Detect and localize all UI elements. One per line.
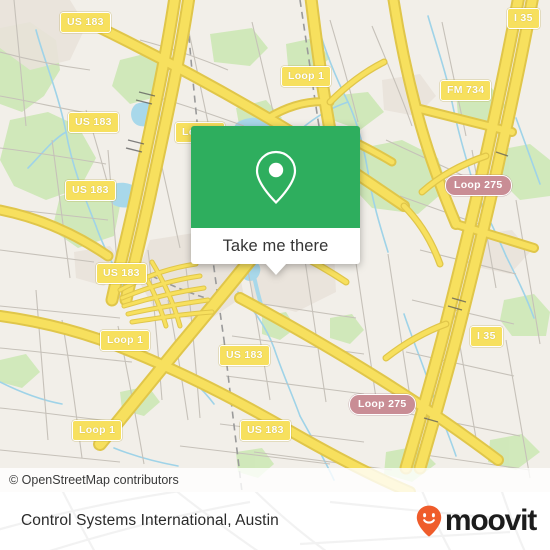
road-shield: Loop 1	[100, 330, 151, 351]
callout-tail	[264, 263, 287, 275]
road-shield: US 183	[65, 180, 116, 201]
footer-bar: Control Systems International, Austin mo…	[0, 492, 550, 550]
road-shield: Loop 275	[349, 394, 416, 415]
take-me-there-label: Take me there	[222, 236, 329, 255]
map-attribution[interactable]: © OpenStreetMap contributors	[0, 468, 550, 492]
callout-header	[191, 126, 360, 228]
callout-action-bar[interactable]: Take me there	[191, 228, 360, 275]
attribution-text: © OpenStreetMap contributors	[9, 473, 179, 487]
road-shield: US 183	[68, 112, 119, 133]
road-shield: Loop 1	[72, 420, 123, 441]
road-shield: US 183	[219, 345, 270, 366]
road-shield: Loop 275	[445, 175, 512, 196]
road-shield: US 183	[240, 420, 291, 441]
moovit-map-screen: US 183 US 183 US 183 US 183 US 183 US 183 Loop…	[0, 0, 550, 550]
road-shield: FM 734	[440, 80, 492, 101]
road-shield: I 35	[470, 326, 503, 347]
footer-content: Control Systems International, Austin mo…	[0, 492, 550, 550]
road-shield: US 183	[60, 12, 111, 33]
location-pin-icon	[255, 150, 296, 205]
location-callout-card[interactable]: Take me there	[191, 126, 360, 275]
map-canvas[interactable]: US 183 US 183 US 183 US 183 US 183 US 183 Loop…	[0, 0, 550, 492]
moovit-logo[interactable]: moovit	[416, 504, 537, 537]
place-title: Control Systems International, Austin	[21, 512, 279, 529]
road-shield: Loop 1	[281, 66, 332, 87]
moovit-smiling-pin-icon	[416, 505, 442, 537]
road-shield: US 183	[96, 263, 147, 284]
moovit-wordmark: moovit	[444, 504, 537, 537]
road-shield: I 35	[507, 8, 540, 29]
